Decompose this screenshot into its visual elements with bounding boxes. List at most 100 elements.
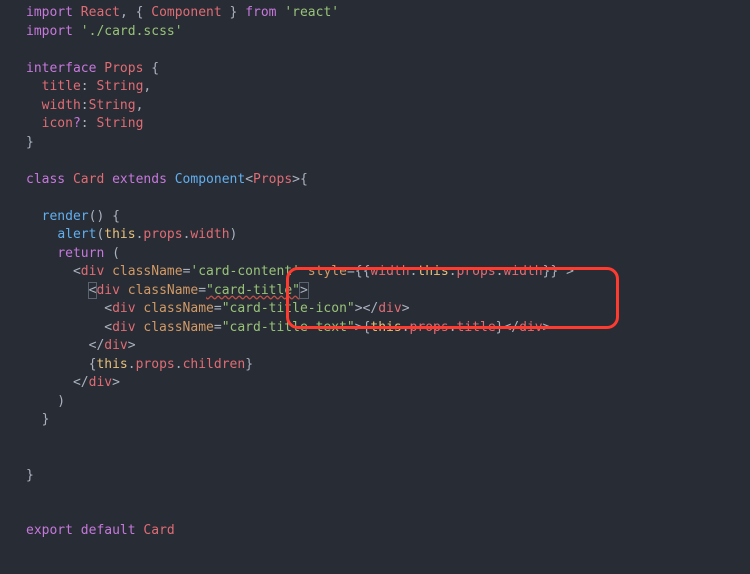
token-pun: .: [449, 320, 457, 335]
code-line[interactable]: {this.props.children}: [26, 356, 574, 375]
code-line[interactable]: ): [26, 393, 574, 412]
token-pun: >: [402, 301, 410, 316]
token-pun: [104, 264, 112, 279]
token-pun: }: [222, 5, 245, 20]
code-line[interactable]: icon?: String: [26, 115, 574, 134]
token-pun: <: [26, 301, 112, 316]
line-number: [0, 245, 18, 264]
token-pun: </: [26, 375, 89, 390]
code-line[interactable]: [26, 504, 574, 523]
token-this: this: [417, 264, 448, 279]
token-pun: .: [449, 264, 457, 279]
code-line[interactable]: return (: [26, 245, 574, 264]
token-attr: className: [143, 320, 213, 335]
token-this: this: [104, 227, 135, 242]
token-def: Card: [143, 523, 174, 538]
code-line[interactable]: class Card extends Component<Props>{: [26, 171, 574, 190]
line-number: [0, 541, 18, 560]
token-pun: }: [245, 357, 253, 372]
line-number: [0, 504, 18, 523]
code-line[interactable]: [26, 152, 574, 171]
line-number: [0, 337, 18, 356]
code-line[interactable]: <div className='card-content' style={{wi…: [26, 263, 574, 282]
token-prop: icon: [42, 116, 73, 131]
token-str: './card.scss': [81, 24, 183, 39]
token-pun: </: [26, 338, 104, 353]
token-pun: [26, 246, 57, 261]
token-attr: style: [308, 264, 347, 279]
code-line[interactable]: <div className="card-title-text">{this.p…: [26, 319, 574, 338]
code-line[interactable]: [26, 485, 574, 504]
line-number: [0, 374, 18, 393]
code-line[interactable]: [26, 189, 574, 208]
token-pun: :: [81, 116, 97, 131]
code-line[interactable]: width:String,: [26, 97, 574, 116]
line-number: [0, 411, 18, 430]
code-line[interactable]: [26, 541, 574, 560]
line-number: [0, 522, 18, 541]
token-prop: title: [457, 320, 496, 335]
code-line[interactable]: [26, 430, 574, 449]
token-pun: <: [26, 320, 112, 335]
token-pun: [73, 5, 81, 20]
code-line[interactable]: import './card.scss': [26, 23, 574, 42]
token-def: String: [96, 116, 143, 131]
code-line[interactable]: import React, { Component } from 'react': [26, 4, 574, 23]
token-kw: default: [81, 523, 136, 538]
token-pun: [167, 172, 175, 187]
code-line[interactable]: [26, 448, 574, 467]
token-kw: return: [57, 246, 104, 261]
code-line[interactable]: </div>: [26, 337, 574, 356]
code-line[interactable]: alert(this.props.width): [26, 226, 574, 245]
code-line[interactable]: [26, 41, 574, 60]
token-pun: ,: [136, 98, 144, 113]
token-str: 'card-content': [190, 264, 300, 279]
code-line[interactable]: interface Props {: [26, 60, 574, 79]
token-pun: >{: [355, 320, 371, 335]
code-line[interactable]: render() {: [26, 208, 574, 227]
code-line[interactable]: }: [26, 134, 574, 153]
token-prop: width: [504, 264, 543, 279]
token-pun: ={{: [347, 264, 370, 279]
token-kw: from: [245, 5, 276, 20]
token-pun: [73, 24, 81, 39]
code-line[interactable]: <div className="card-title-icon"></div>: [26, 300, 574, 319]
code-line[interactable]: }: [26, 411, 574, 430]
token-prop: width: [190, 227, 229, 242]
token-pun: >{: [292, 172, 308, 187]
token-def: Props: [104, 61, 143, 76]
token-pun: >: [543, 320, 551, 335]
code-line[interactable]: </div>: [26, 374, 574, 393]
token-pun: [26, 283, 89, 298]
token-pun: ></: [355, 301, 378, 316]
line-number: [0, 393, 18, 412]
token-pun: <: [26, 264, 81, 279]
code-editor[interactable]: import React, { Component } from 'react'…: [0, 0, 750, 559]
token-pun: .: [128, 357, 136, 372]
token-pun: =: [214, 320, 222, 335]
token-kw: ?: [73, 116, 81, 131]
token-def: Component: [151, 5, 221, 20]
token-pun: }: [26, 412, 49, 427]
token-pun: .: [175, 357, 183, 372]
token-pun: [104, 172, 112, 187]
line-number: [0, 152, 18, 171]
token-pun: [120, 283, 128, 298]
token-prop: title: [42, 79, 81, 94]
code-content[interactable]: import React, { Component } from 'react'…: [20, 4, 574, 559]
code-line[interactable]: export default Card: [26, 522, 574, 541]
line-number: [0, 226, 18, 245]
line-number: [0, 300, 18, 319]
token-def: div: [378, 301, 401, 316]
line-number: [0, 78, 18, 97]
token-pun: [26, 79, 42, 94]
token-kw: import: [26, 24, 73, 39]
token-pun: }: [26, 468, 34, 483]
line-number: [0, 134, 18, 153]
code-line[interactable]: <div className="card-title">: [26, 282, 574, 301]
code-line[interactable]: }: [26, 467, 574, 486]
line-number: [0, 171, 18, 190]
code-line[interactable]: title: String,: [26, 78, 574, 97]
token-def: div: [89, 375, 112, 390]
line-number: [0, 356, 18, 375]
